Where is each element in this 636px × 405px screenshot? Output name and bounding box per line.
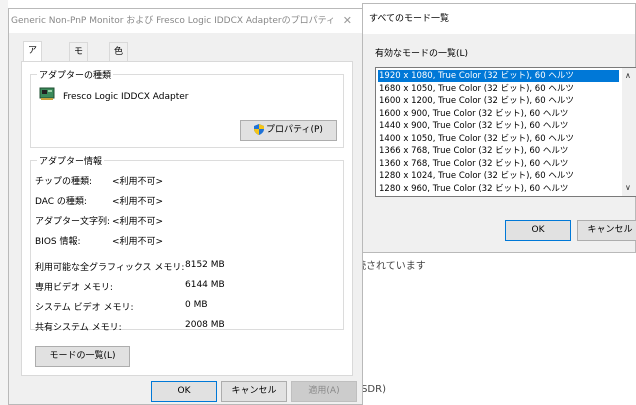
- modes-dialog-titlebar: すべてのモード一覧: [363, 4, 635, 34]
- adapter-name: Fresco Logic IDDCX Adapter: [63, 92, 189, 102]
- dac-type-label: DAC の種類:: [35, 197, 87, 207]
- mode-list-item[interactable]: 1920 x 1080, True Color (32 ビット), 60 ヘルツ: [378, 70, 619, 82]
- system-video-memory-value: 0 MB: [185, 300, 208, 310]
- close-icon[interactable]: ✕: [343, 9, 352, 33]
- shared-system-memory-label: 共有システム メモリ:: [35, 323, 122, 333]
- scroll-down-icon[interactable]: ∨: [625, 183, 631, 192]
- chip-type-label: チップの種類:: [35, 177, 93, 187]
- properties-window-title: Generic Non-PnP Monitor および Fresco Logic…: [11, 16, 336, 26]
- valid-modes-label: 有効なモードの一覧(L): [375, 49, 469, 59]
- adapter-string-label: アダプター文字列:: [35, 217, 111, 227]
- chip-type-value: <利用不可>: [112, 177, 164, 187]
- cancel-button[interactable]: キャンセル: [221, 381, 287, 402]
- modes-dialog-title: すべてのモード一覧: [369, 14, 450, 24]
- mode-list-item[interactable]: 1366 x 768, True Color (32 ビット), 60 ヘルツ: [378, 145, 619, 157]
- dac-type-value: <利用不可>: [112, 197, 164, 207]
- uac-shield-icon: [254, 124, 265, 135]
- mode-list-item[interactable]: 1600 x 900, True Color (32 ビット), 60 ヘルツ: [378, 108, 619, 120]
- properties-titlebar: Generic Non-PnP Monitor および Fresco Logic…: [9, 9, 362, 33]
- adapter-string-value: <利用不可>: [112, 217, 164, 227]
- dedicated-video-memory-value: 6144 MB: [185, 280, 225, 290]
- bios-info-value: <利用不可>: [112, 237, 164, 247]
- scroll-up-icon[interactable]: ∧: [625, 71, 631, 80]
- mode-list-item[interactable]: 1280 x 960, True Color (32 ビット), 60 ヘルツ: [378, 183, 619, 195]
- shared-system-memory-value: 2008 MB: [185, 320, 225, 330]
- adapter-card-icon: [39, 87, 55, 100]
- adapter-tab-panel: アダプターの種類 Fresco Logic IDDCX Adapter プロパテ…: [21, 61, 353, 376]
- adapter-info-group-title: アダプター情報: [37, 154, 105, 167]
- adapter-properties-button[interactable]: プロパティ(P): [240, 120, 337, 141]
- adapter-properties-button-label: プロパティ(P): [266, 125, 323, 135]
- system-video-memory-label: システム ビデオ メモリ:: [35, 303, 134, 313]
- mode-list-item[interactable]: 1600 x 1200, True Color (32 ビット), 60 ヘルツ: [378, 95, 619, 107]
- total-graphics-memory-label: 利用可能な全グラフィックス メモリ:: [35, 263, 185, 273]
- list-all-modes-dialog: すべてのモード一覧 有効なモードの一覧(L) 1920 x 1080, True…: [362, 3, 636, 253]
- modes-scrollbar[interactable]: ∧ ∨: [622, 68, 636, 196]
- tab-adapter[interactable]: アダプター: [23, 41, 43, 132]
- modes-ok-button[interactable]: OK: [505, 220, 571, 241]
- mode-list-item[interactable]: 1680 x 1050, True Color (32 ビット), 60 ヘルツ: [378, 83, 619, 95]
- list-all-modes-button[interactable]: モードの一覧(L): [35, 346, 130, 367]
- mode-list-item[interactable]: 1400 x 1050, True Color (32 ビット), 60 ヘルツ: [378, 133, 619, 145]
- ok-button[interactable]: OK: [151, 381, 217, 402]
- adapter-info-group: アダプター情報 チップの種類: <利用不可> DAC の種類: <利用不可> ア…: [30, 154, 344, 333]
- bios-info-label: BIOS 情報:: [35, 237, 81, 247]
- adapter-type-group-title: アダプターの種類: [37, 68, 114, 81]
- total-graphics-memory-value: 8152 MB: [185, 260, 225, 270]
- apply-button: 適用(A): [291, 381, 357, 402]
- mode-list-item[interactable]: 1360 x 768, True Color (32 ビット), 60 ヘルツ: [378, 158, 619, 170]
- tab-color-management[interactable]: 色の管理: [109, 42, 129, 114]
- modes-listbox[interactable]: 1920 x 1080, True Color (32 ビット), 60 ヘルツ…: [375, 67, 636, 197]
- dedicated-video-memory-label: 専用ビデオ メモリ:: [35, 283, 113, 293]
- mode-list-item[interactable]: 1280 x 1024, True Color (32 ビット), 60 ヘルツ: [378, 170, 619, 182]
- settings-sidebar-strip: [0, 0, 8, 405]
- adapter-type-group: アダプターの種類 Fresco Logic IDDCX Adapter プロパテ…: [30, 68, 344, 148]
- adapter-properties-window: Generic Non-PnP Monitor および Fresco Logic…: [8, 8, 363, 405]
- modes-cancel-button[interactable]: キャンセル: [577, 220, 636, 241]
- mode-list-item[interactable]: 1440 x 900, True Color (32 ビット), 60 ヘルツ: [378, 120, 619, 132]
- tab-monitor[interactable]: モニター: [69, 42, 89, 114]
